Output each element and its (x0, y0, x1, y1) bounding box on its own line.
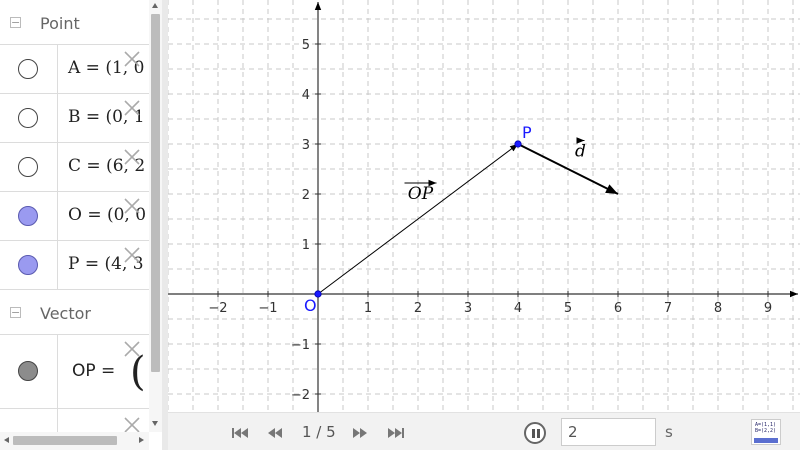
point-p[interactable] (514, 140, 522, 148)
x-tick-label: 2 (414, 301, 422, 316)
visibility-toggle-op[interactable] (18, 361, 38, 381)
coordinate-plane[interactable]: −2 −1 1 2 3 4 5 6 7 8 954321−1−2 OPd OP (168, 0, 800, 412)
group-title-vector: Vector (40, 304, 91, 323)
algebra-row-a[interactable]: A = (1, 0 (0, 44, 149, 93)
skip-last-icon[interactable] (386, 425, 406, 441)
visibility-toggle-b[interactable] (18, 108, 38, 128)
y-tick-label: −2 (291, 388, 310, 403)
y-tick-label: 2 (302, 188, 310, 203)
x-tick-label: 9 (764, 301, 772, 316)
collapse-icon[interactable]: − (10, 17, 21, 28)
close-icon[interactable] (122, 339, 142, 359)
marble-cell (0, 192, 58, 240)
step-forward-icon[interactable] (350, 425, 370, 441)
vector-label-op: OP (408, 184, 434, 204)
scroll-down-icon[interactable] (152, 421, 158, 426)
algebra-row-c[interactable]: C = (6, 2 (0, 142, 149, 191)
scroll-up-icon[interactable] (152, 3, 158, 8)
pause-button[interactable] (524, 422, 546, 444)
axes (168, 2, 798, 412)
x-tick-label: 4 (514, 301, 522, 316)
visibility-toggle-c[interactable] (18, 157, 38, 177)
marble-cell (0, 45, 58, 93)
vector-label-d: d (575, 142, 586, 162)
scroll-thumb[interactable] (13, 436, 117, 445)
visibility-toggle-o[interactable] (18, 206, 38, 226)
grid (168, 0, 800, 412)
point-label-p: P (522, 123, 532, 142)
algebra-row-p[interactable]: P = (4, 3 (0, 240, 149, 289)
algebra-row-o[interactable]: O = (0, 0 (0, 191, 149, 240)
marble-cell (0, 409, 58, 432)
close-icon[interactable] (122, 415, 142, 432)
x-tick-label: −2 (208, 301, 227, 316)
skip-first-icon[interactable] (230, 425, 250, 441)
close-icon[interactable] (122, 245, 142, 265)
x-tick-label: −1 (258, 301, 277, 316)
y-tick-label: 1 (302, 238, 310, 253)
scroll-right-icon[interactable] (139, 437, 144, 443)
x-tick-label: 7 (664, 301, 672, 316)
algebra-view: − Point A = (1, 0 B = (0, 1 C = (6, 2 O … (0, 0, 163, 450)
scroll-thumb[interactable] (151, 14, 160, 372)
point-label-o: O (304, 296, 317, 315)
scroll-left-icon[interactable] (4, 437, 9, 443)
algebra-row-b[interactable]: B = (0, 1 (0, 93, 149, 142)
close-icon[interactable] (122, 98, 142, 118)
algebra-row-next[interactable] (0, 408, 149, 432)
speed-unit: s (665, 423, 673, 441)
horizontal-scrollbar[interactable] (0, 432, 149, 450)
y-tick-label: 5 (302, 38, 310, 53)
slider-toolbar: 1 / 5 s A=(1,1) B=(2,2) (168, 412, 800, 450)
x-tick-label: 1 (364, 301, 372, 316)
marble-cell (0, 143, 58, 191)
visibility-toggle-a[interactable] (18, 59, 38, 79)
close-icon[interactable] (122, 147, 142, 167)
y-tick-label: −1 (291, 338, 310, 353)
speed-input[interactable] (561, 418, 656, 446)
algebra-list: − Point A = (1, 0 B = (0, 1 C = (6, 2 O … (0, 0, 149, 432)
group-title-point: Point (40, 14, 80, 33)
collapse-icon[interactable]: − (10, 307, 21, 318)
y-tick-label: 4 (302, 88, 310, 103)
marble-cell (0, 241, 58, 289)
visibility-toggle-p[interactable] (18, 255, 38, 275)
step-back-icon[interactable] (265, 425, 285, 441)
marble-cell (0, 94, 58, 142)
close-icon[interactable] (122, 196, 142, 216)
definition-op[interactable]: OP = (72, 361, 115, 381)
step-counter: 1 / 5 (302, 423, 336, 441)
x-tick-label: 6 (614, 301, 622, 316)
toggle-bar (754, 438, 778, 443)
x-tick-label: 5 (564, 301, 572, 316)
toggle-line-2: B=(2,2) (755, 428, 777, 434)
geogebra-app: − Point A = (1, 0 B = (0, 1 C = (6, 2 O … (0, 0, 800, 450)
algebra-row-op[interactable]: OP = ( (0, 334, 149, 408)
algebra-view-toggle[interactable]: A=(1,1) B=(2,2) (751, 419, 781, 445)
x-tick-label: 3 (464, 301, 472, 316)
graphics-view[interactable]: −2 −1 1 2 3 4 5 6 7 8 9 5 4 3 2 1 −1 −2 OP d OP (168, 0, 800, 412)
y-tick-label: 3 (302, 138, 310, 153)
group-header-vector[interactable]: − Vector (0, 289, 149, 334)
x-tick-label: 8 (714, 301, 722, 316)
close-icon[interactable] (122, 49, 142, 69)
marble-cell (0, 335, 58, 408)
group-header-point[interactable]: − Point (0, 0, 149, 44)
vertical-scrollbar[interactable] (149, 0, 162, 432)
